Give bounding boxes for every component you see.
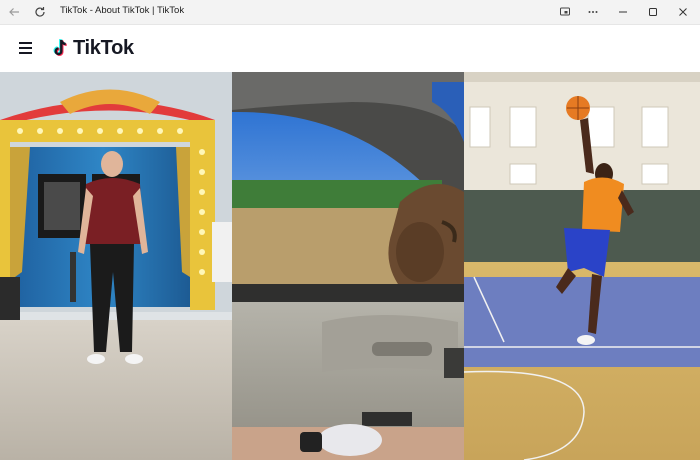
car-video-image: [232, 72, 464, 460]
close-icon[interactable]: [668, 0, 698, 24]
window-titlebar: TikTok - About TikTok | TikTok: [0, 0, 700, 25]
window-title: TikTok - About TikTok | TikTok: [60, 5, 185, 16]
cast-icon[interactable]: [550, 0, 580, 24]
minimize-icon[interactable]: [608, 0, 638, 24]
maximize-icon[interactable]: [638, 0, 668, 24]
page-bottom-edge: [0, 460, 700, 470]
hamburger-menu-icon[interactable]: [16, 39, 36, 57]
basketball-video-image: [464, 72, 700, 460]
refresh-icon[interactable]: [30, 2, 50, 22]
showcase-panel-car[interactable]: [232, 72, 464, 460]
back-arrow-icon[interactable]: [4, 2, 24, 22]
showcase-panel-stage[interactable]: [0, 72, 232, 460]
tiktok-note-icon: [53, 38, 67, 56]
logo-wordmark: TikTok: [73, 36, 134, 59]
more-icon[interactable]: [578, 0, 608, 24]
tiktok-logo[interactable]: TikTok: [52, 35, 134, 61]
showcase-panel-basketball[interactable]: [464, 72, 700, 460]
site-header: TikTok: [0, 25, 700, 71]
stage-video-image: [0, 72, 232, 460]
